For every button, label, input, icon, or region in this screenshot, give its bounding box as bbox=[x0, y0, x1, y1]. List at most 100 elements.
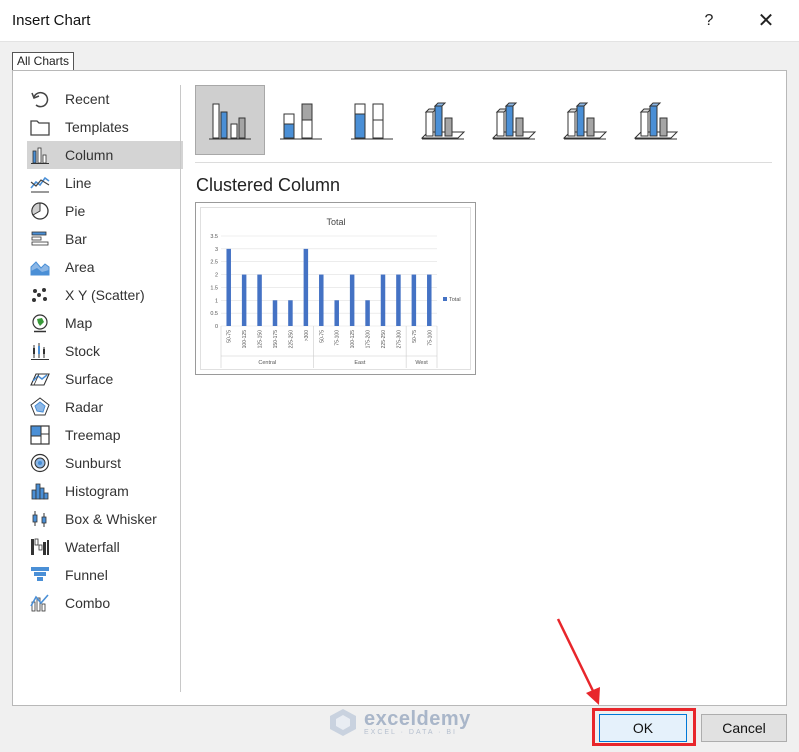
surface-chart-icon bbox=[29, 368, 51, 390]
chart-type-label: Box & Whisker bbox=[65, 511, 157, 527]
chart-type-item[interactable]: Recent bbox=[27, 85, 183, 113]
chart-type-item[interactable]: Histogram bbox=[27, 477, 183, 505]
dialog-panel: Recent Templates Column Line Pie Bar Area X Y (… bbox=[12, 70, 787, 706]
chart-type-list: Recent Templates Column Line Pie Bar Area X Y (… bbox=[27, 85, 183, 617]
bar bbox=[226, 248, 231, 326]
radar-chart-icon bbox=[29, 396, 51, 418]
help-button[interactable]: ? bbox=[696, 8, 722, 34]
treemap-chart-icon bbox=[29, 424, 51, 446]
group-label: East bbox=[354, 360, 365, 366]
chart-preview[interactable]: Total 0 0.5 1 1.5 2 2.5 3 3.5 50-75 100-125 125-150… bbox=[195, 202, 476, 375]
chart-type-label: Stock bbox=[65, 343, 101, 359]
x-tick-label: 175-200 bbox=[366, 330, 372, 349]
y-tick-label: 0.5 bbox=[210, 311, 218, 317]
group-label: Central bbox=[258, 360, 276, 366]
clustered-column-icon[interactable] bbox=[195, 85, 265, 155]
preview-chart-title: Total bbox=[326, 217, 345, 227]
chart-type-label: Pie bbox=[65, 203, 86, 219]
chart-type-item[interactable]: Radar bbox=[27, 393, 183, 421]
chart-type-item[interactable]: Surface bbox=[27, 365, 183, 393]
bar bbox=[241, 274, 247, 326]
y-tick-label: 2 bbox=[215, 273, 218, 279]
chart-subtype-row bbox=[195, 85, 692, 155]
3d-100-stacked-column-icon[interactable] bbox=[550, 85, 620, 155]
cancel-button[interactable]: Cancel bbox=[701, 714, 787, 742]
chart-type-item[interactable]: X Y (Scatter) bbox=[27, 281, 183, 309]
chart-type-label: Combo bbox=[65, 595, 111, 611]
exceldemy-logo: exceldemy EXCEL · DATA · BI bbox=[328, 704, 471, 740]
y-tick-label: 3.5 bbox=[210, 234, 218, 240]
ok-button[interactable]: OK bbox=[599, 714, 687, 742]
x-tick-label: 225-250 bbox=[288, 330, 294, 349]
chart-type-label: Column bbox=[65, 147, 114, 163]
3d-clustered-column-icon[interactable] bbox=[408, 85, 478, 155]
bar-chart-icon bbox=[29, 228, 51, 250]
bar bbox=[257, 274, 262, 326]
bar bbox=[365, 300, 370, 326]
legend-swatch bbox=[443, 297, 447, 301]
x-tick-label: 150-175 bbox=[273, 330, 279, 349]
scatter-chart-icon bbox=[29, 284, 51, 306]
chart-type-label: X Y (Scatter) bbox=[65, 287, 145, 303]
red-arrow-annotation bbox=[556, 618, 600, 705]
x-tick-label: 75-100 bbox=[335, 330, 341, 346]
chart-type-item[interactable]: Column bbox=[27, 141, 183, 169]
stock-chart-icon bbox=[29, 340, 51, 362]
x-tick-label: 100-125 bbox=[350, 330, 356, 349]
recent-icon bbox=[29, 88, 51, 110]
tab-all-charts[interactable]: All Charts bbox=[12, 52, 75, 70]
y-tick-label: 1 bbox=[215, 298, 218, 304]
bar bbox=[272, 300, 278, 326]
group-label: West bbox=[415, 360, 428, 366]
chart-type-item[interactable]: Sunburst bbox=[27, 449, 183, 477]
close-button[interactable]: ✕ bbox=[752, 8, 780, 34]
chart-type-item[interactable]: Pie bbox=[27, 197, 183, 225]
chart-type-item[interactable]: Waterfall bbox=[27, 533, 183, 561]
map-chart-icon bbox=[29, 312, 51, 334]
chart-type-label: Line bbox=[65, 175, 92, 191]
preview-chart: Total 0 0.5 1 1.5 2 2.5 3 3.5 50-75 100-125 125-150… bbox=[210, 217, 461, 368]
area-chart-icon bbox=[29, 256, 51, 278]
chart-type-item[interactable]: Line bbox=[27, 169, 183, 197]
dialog-title: Insert Chart bbox=[12, 12, 91, 29]
chart-type-item[interactable]: Templates bbox=[27, 113, 183, 141]
chart-type-label: Bar bbox=[65, 231, 87, 247]
x-tick-label: 75-100 bbox=[427, 330, 433, 346]
stacked-column-icon[interactable] bbox=[266, 85, 336, 155]
y-tick-label: 0 bbox=[215, 324, 218, 330]
x-tick-label: 225-250 bbox=[381, 330, 387, 349]
funnel-chart-icon bbox=[29, 564, 51, 586]
column-chart-icon bbox=[29, 144, 51, 166]
chart-type-label: Map bbox=[65, 315, 93, 331]
title-bar: Insert Chart ? ✕ bbox=[0, 0, 799, 42]
chart-type-item[interactable]: Treemap bbox=[27, 421, 183, 449]
watermark-sub: EXCEL · DATA · BI bbox=[364, 729, 457, 736]
y-tick-label: 3 bbox=[215, 247, 218, 253]
exceldemy-logo-icon bbox=[330, 709, 356, 736]
3d-column-icon[interactable] bbox=[621, 85, 691, 155]
3d-stacked-column-icon[interactable] bbox=[479, 85, 549, 155]
bar bbox=[319, 274, 324, 326]
100-stacked-column-icon[interactable] bbox=[337, 85, 407, 155]
chart-type-item[interactable]: Stock bbox=[27, 337, 183, 365]
legend-label: Total bbox=[449, 297, 461, 303]
chart-type-item[interactable]: Map bbox=[27, 309, 183, 337]
chart-type-label: Sunburst bbox=[65, 455, 122, 471]
x-tick-label: 100-125 bbox=[242, 330, 248, 349]
combo-chart-icon bbox=[29, 592, 51, 614]
bar bbox=[396, 274, 401, 326]
chart-type-item[interactable]: Combo bbox=[27, 589, 183, 617]
chart-type-item[interactable]: Bar bbox=[27, 225, 183, 253]
sunburst-chart-icon bbox=[29, 452, 51, 474]
bar bbox=[427, 274, 432, 326]
chart-type-label: Funnel bbox=[65, 567, 108, 583]
chart-type-label: Area bbox=[65, 259, 95, 275]
x-tick-label: 125-150 bbox=[258, 330, 264, 349]
chart-type-item[interactable]: Area bbox=[27, 253, 183, 281]
chart-preview-inner: Total 0 0.5 1 1.5 2 2.5 3 3.5 50-75 100-125 125-150… bbox=[200, 207, 471, 370]
chart-type-item[interactable]: Funnel bbox=[27, 561, 183, 589]
x-tick-label: 50-75 bbox=[412, 330, 418, 343]
chart-type-label: Recent bbox=[65, 91, 110, 107]
chart-type-label: Surface bbox=[65, 371, 114, 387]
chart-type-item[interactable]: Box & Whisker bbox=[27, 505, 183, 533]
